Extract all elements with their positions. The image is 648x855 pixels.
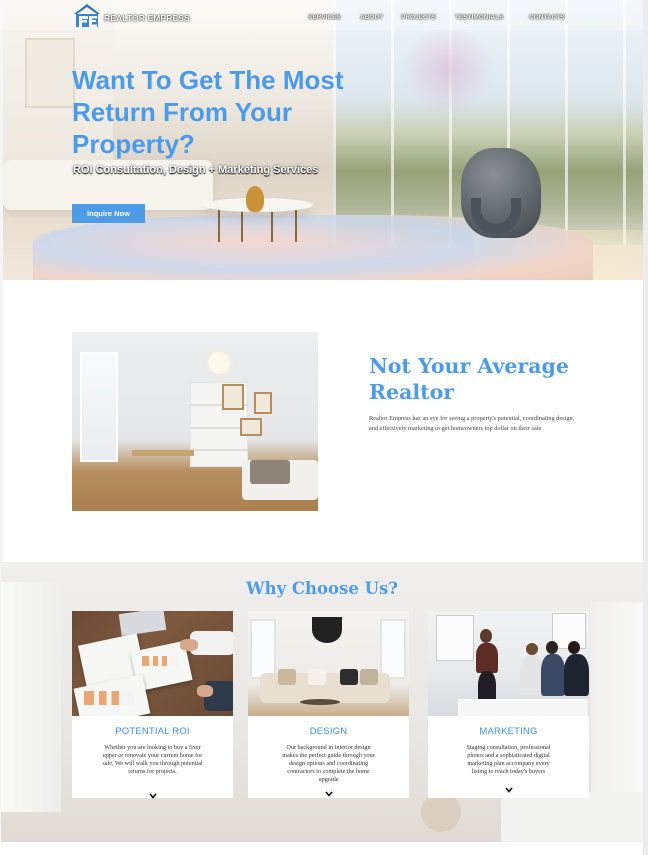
- footer-strip: [0, 842, 648, 855]
- about-description: Realtor Empress has an eye for seeing a …: [369, 415, 575, 432]
- top-nav: REALTOR EMPRESS SERVICES ABOUT PROJECTS …: [0, 0, 643, 30]
- card-title: DESIGN: [309, 726, 348, 737]
- why-choose-us-section: Why Choose Us? POTENTIAL ROI Whether you…: [1, 562, 643, 842]
- hero-bg-blossom: [403, 25, 493, 115]
- page-gutter: [643, 0, 648, 855]
- hero-bg-table-leg: [271, 208, 273, 242]
- marketing-photo-head: [526, 643, 538, 655]
- photo-frame: [254, 392, 272, 414]
- design-photo-window: [380, 619, 406, 679]
- card-description: Whether you are looking to buy a fixer u…: [102, 744, 203, 775]
- marketing-photo-attendee: [564, 654, 589, 696]
- marketing-photo-desk: [458, 699, 588, 716]
- hero-title: Want To Get The Most Return From Your Pr…: [72, 65, 344, 159]
- why-title: Why Choose Us?: [246, 579, 398, 598]
- photo-frame: [222, 384, 244, 410]
- roi-photo-chart: [84, 691, 134, 705]
- hero-bg-vase: [246, 186, 264, 212]
- card-title: POTENTIAL ROI: [115, 726, 190, 737]
- inquire-now-button[interactable]: Inquire Now: [72, 204, 145, 223]
- about-room-photo: [72, 332, 318, 511]
- card-description: Our background in interior design makes …: [282, 744, 375, 783]
- design-photo-cushion: [340, 669, 358, 685]
- chevron-down-icon[interactable]: [248, 784, 409, 802]
- card-design[interactable]: DESIGN Our background in interior design…: [248, 611, 409, 798]
- hero-bg-artwork: [25, 38, 75, 108]
- card-potential-roi[interactable]: POTENTIAL ROI Whether you are looking to…: [72, 611, 233, 799]
- hero-bg-table-leg: [218, 208, 220, 242]
- about-section: Not Your Average Realtor Realtor Empress…: [3, 280, 643, 562]
- chevron-down-icon[interactable]: [72, 786, 233, 804]
- card-roi-photo: [72, 611, 233, 716]
- photo-pendant-lamp: [208, 352, 230, 374]
- brand-name[interactable]: REALTOR EMPRESS: [104, 13, 190, 23]
- card-marketing[interactable]: MARKETING Staging consultation, professi…: [428, 611, 589, 798]
- design-photo-cushion: [278, 669, 296, 685]
- photo-window: [80, 352, 118, 462]
- design-photo-cushion: [360, 669, 378, 685]
- card-design-photo: [248, 611, 409, 716]
- marketing-photo-head: [568, 641, 580, 654]
- card-title: MARKETING: [479, 726, 538, 737]
- nav-item-services[interactable]: SERVICES: [308, 14, 341, 21]
- marketing-photo-head: [546, 641, 558, 654]
- roi-photo-hand: [197, 685, 213, 697]
- nav-item-about[interactable]: ABOUT: [360, 14, 383, 21]
- card-description: Staging consultation, professional photo…: [466, 744, 551, 775]
- marketing-photo-presenter: [476, 643, 498, 673]
- card-marketing-photo: [428, 611, 589, 716]
- design-photo-chandelier: [312, 617, 342, 643]
- marketing-photo-screen: [436, 615, 474, 661]
- hero-subtitle: ROI Consultation, Design + Marketing Ser…: [73, 164, 319, 176]
- nav-item-contacts[interactable]: CONTACTS: [529, 14, 565, 21]
- photo-frame: [240, 418, 262, 436]
- photo-desk: [132, 450, 194, 456]
- roi-photo-hand: [180, 639, 198, 651]
- nav-item-projects[interactable]: PROJECTS: [401, 14, 436, 21]
- design-photo-cushion: [308, 669, 326, 685]
- roi-photo-laptop: [118, 611, 167, 637]
- hero-bg-table-leg: [295, 208, 297, 242]
- photo-shelf-line: [190, 449, 248, 451]
- about-title: Not Your Average Realtor: [369, 354, 569, 404]
- marketing-photo-head: [480, 629, 492, 643]
- chevron-down-icon[interactable]: [428, 780, 589, 798]
- marketing-photo-attendee: [541, 654, 565, 696]
- design-photo-coffee-table: [300, 699, 340, 705]
- roi-photo-chart: [142, 656, 178, 666]
- nav-item-testimonials[interactable]: TESTIMONIALS: [455, 14, 503, 21]
- house-logo-icon[interactable]: [73, 3, 101, 27]
- design-photo-window: [250, 619, 276, 679]
- hero-bg-table-leg: [241, 208, 243, 242]
- photo-blanket: [250, 460, 290, 484]
